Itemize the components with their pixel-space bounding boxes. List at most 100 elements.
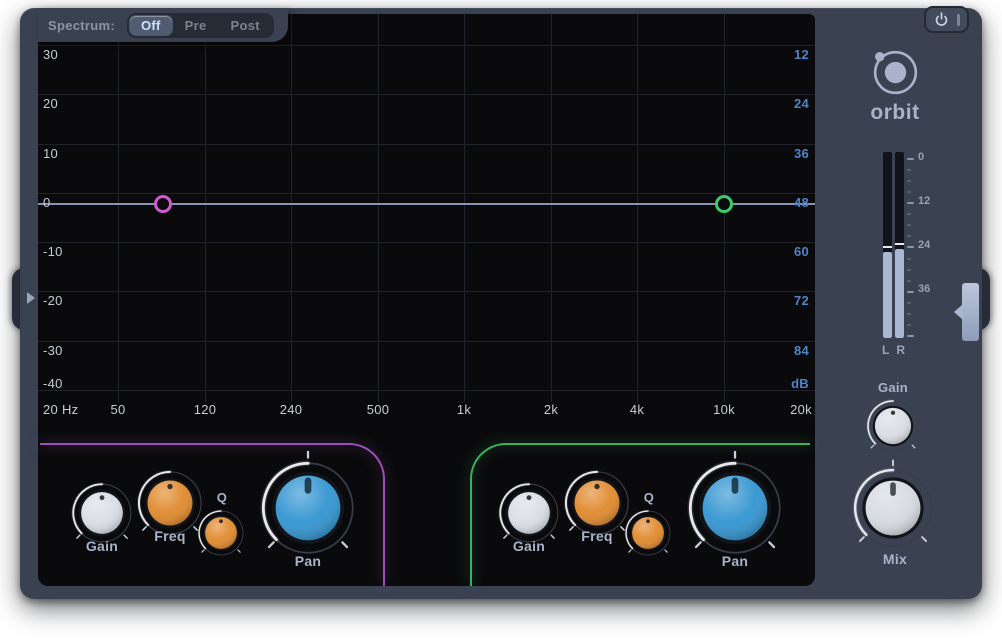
gridline-vertical	[637, 14, 638, 402]
eq-node-band1[interactable]	[154, 195, 172, 213]
meter-scale-tick	[907, 246, 914, 248]
output-gain-knob[interactable]	[860, 393, 926, 459]
meter-bar-right	[895, 152, 904, 338]
axis-label-db-right: dB	[791, 376, 809, 391]
orbit-logo-icon	[867, 44, 924, 106]
band1-gain-label: Gain	[86, 538, 118, 554]
axis-label-db-left: -40	[43, 376, 63, 391]
meter-scale-tick	[907, 335, 914, 337]
axis-label-db-left: 0	[43, 195, 51, 210]
gridline-horizontal	[38, 341, 815, 342]
level-meter: L R 0122436	[879, 145, 979, 361]
meter-scale-tick	[907, 302, 911, 304]
meter-peak-left	[883, 246, 892, 248]
meter-peak-right	[895, 243, 904, 245]
axis-label-frequency: 1k	[457, 402, 471, 417]
meter-scale-label: 36	[918, 283, 930, 295]
axis-label-frequency: 50	[110, 402, 125, 417]
power-state-bar-icon	[957, 14, 960, 26]
logo-text: orbit	[870, 101, 919, 125]
gridline-vertical	[118, 14, 119, 402]
gridline-vertical	[551, 14, 552, 402]
axis-label-db-left: 10	[43, 146, 58, 161]
band2-gain-label: Gain	[513, 538, 545, 554]
axis-label-frequency: 10k	[713, 402, 735, 417]
meter-fill-left	[883, 252, 892, 338]
meter-scale-tick	[907, 324, 911, 326]
meter-scale-tick	[907, 280, 911, 282]
gridline-vertical	[291, 14, 292, 402]
mix-knob[interactable]	[843, 458, 943, 558]
meter-scale-tick	[907, 169, 911, 171]
band2-freq-label: Freq	[581, 528, 613, 544]
gridline-horizontal	[38, 193, 815, 194]
spectrum-off-button[interactable]: Off	[130, 16, 172, 35]
axis-label-db-right: 24	[794, 96, 809, 111]
meter-scale-tick	[907, 235, 911, 237]
meter-scale-tick	[907, 180, 911, 182]
meter-scale-tick	[907, 213, 911, 215]
axis-label-db-right: 72	[794, 293, 809, 308]
axis-label-frequency: 2k	[544, 402, 558, 417]
gridline-vertical	[378, 14, 379, 402]
eq-node-band2[interactable]	[715, 195, 733, 213]
spectrum-post-button[interactable]: Post	[220, 16, 271, 35]
meter-scale-tick	[907, 291, 914, 293]
gridline-horizontal	[38, 291, 815, 292]
meter-scale-tick	[907, 191, 911, 193]
meter-scale-tick	[907, 313, 911, 315]
spectrum-pre-button[interactable]: Pre	[174, 16, 218, 35]
axis-label-frequency: 20 Hz	[43, 402, 78, 417]
meter-fill-right	[895, 249, 904, 338]
axis-label-frequency: 240	[280, 402, 303, 417]
gridline-horizontal	[38, 390, 815, 391]
meter-scale-label: 24	[918, 239, 930, 251]
axis-label-db-left: -30	[43, 343, 63, 358]
axis-label-db-left: -10	[43, 244, 63, 259]
plugin-ui: 30 20 10 0 -10 -20 -30 -40 12 24 36 48 60 72 84 dB 20 Hz…	[0, 0, 1002, 641]
axis-label-db-right: 12	[794, 47, 809, 62]
meter-scale-tick	[907, 158, 914, 160]
axis-label-frequency: 120	[194, 402, 217, 417]
power-toggle[interactable]	[924, 6, 969, 33]
band1-freq-label: Freq	[154, 528, 186, 544]
gridline-vertical	[205, 14, 206, 402]
meter-scale-tick	[907, 224, 911, 226]
spectrum-label: Spectrum:	[48, 18, 115, 33]
mix-label: Mix	[883, 551, 907, 567]
meter-scale-label: 0	[918, 151, 924, 163]
band2-q-label: Q	[644, 490, 654, 505]
axis-label-db-left: 30	[43, 47, 58, 62]
band1-pan-label: Pan	[295, 553, 322, 569]
spectrum-control: Spectrum: Off Pre Post	[38, 8, 288, 42]
axis-label-frequency: 20k	[790, 402, 812, 417]
axis-label-db-right: 84	[794, 343, 809, 358]
axis-label-db-left: 20	[43, 96, 58, 111]
axis-label-db-right: 36	[794, 146, 809, 161]
spectrum-segmented-control: Off Pre Post	[127, 13, 274, 38]
meter-scale-tick	[907, 269, 911, 271]
gridline-vertical	[464, 14, 465, 402]
axis-label-frequency: 500	[367, 402, 390, 417]
band2-pan-knob[interactable]	[676, 449, 794, 567]
eq-graph[interactable]: 30 20 10 0 -10 -20 -30 -40 12 24 36 48 60 72 84 dB 20 Hz…	[38, 14, 815, 426]
meter-bar-left	[883, 152, 892, 338]
axis-label-db-right: 60	[794, 244, 809, 259]
power-icon	[933, 11, 950, 28]
gridline-horizontal	[38, 45, 815, 46]
gridline-horizontal	[38, 144, 815, 145]
gridline-horizontal	[38, 94, 815, 95]
meter-scale-tick	[907, 202, 914, 204]
band2-pan-label: Pan	[722, 553, 749, 569]
band1-q-knob[interactable]	[192, 504, 250, 562]
band1-pan-knob[interactable]	[249, 449, 367, 567]
meter-channel-labels: L R	[879, 343, 910, 357]
gridline-horizontal	[38, 242, 815, 243]
band2-q-knob[interactable]	[619, 504, 677, 562]
left-expand-arrow-icon[interactable]	[27, 292, 35, 304]
axis-label-db-right: 48	[794, 195, 809, 210]
meter-scale-tick	[907, 258, 911, 260]
band1-q-label: Q	[217, 490, 227, 505]
axis-label-frequency: 4k	[630, 402, 644, 417]
axis-label-db-left: -20	[43, 293, 63, 308]
